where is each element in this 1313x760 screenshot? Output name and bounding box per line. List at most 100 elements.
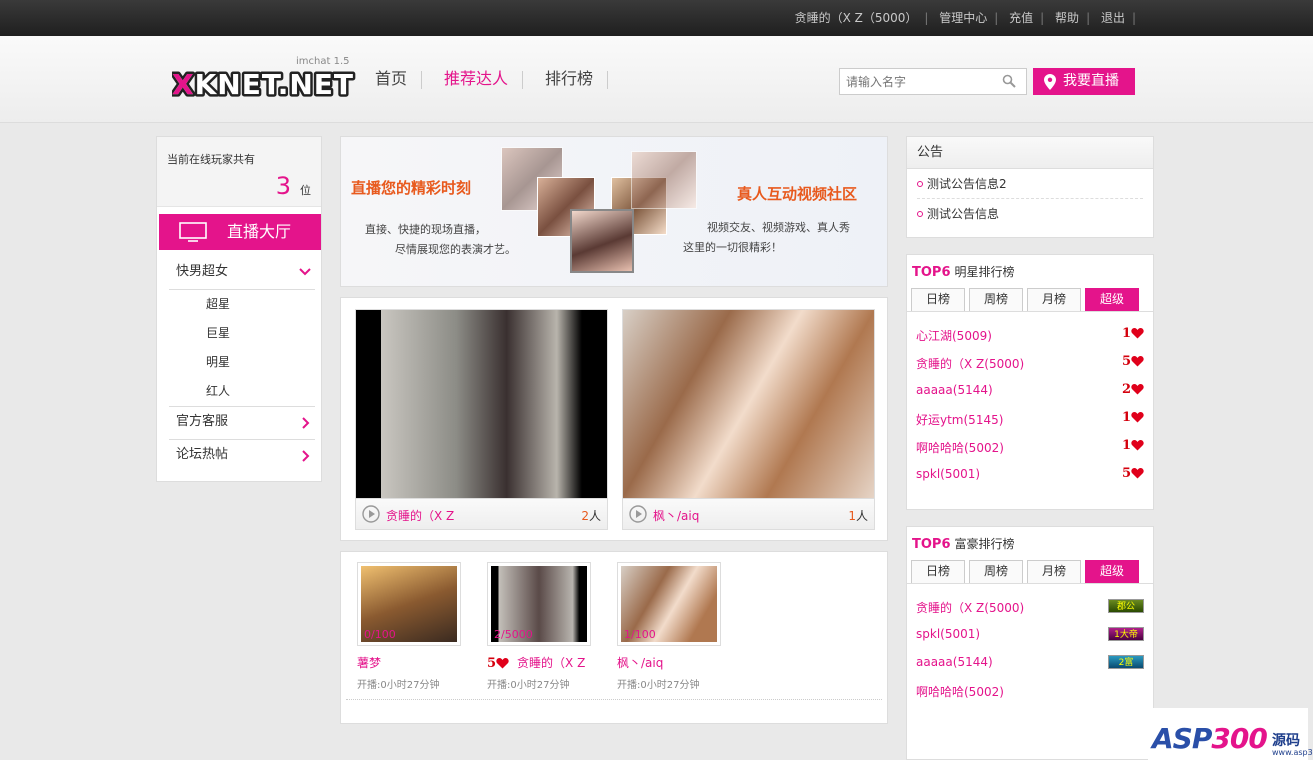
menu-item-label: 官方客服 xyxy=(176,414,229,429)
nav-home[interactable]: 首页 xyxy=(375,71,423,89)
banner-text-left-2: 尽情展现您的表演才艺。 xyxy=(395,243,516,256)
rich-rank-row[interactable]: 啊哈哈哈(5002) xyxy=(916,683,1144,703)
star-rank-row[interactable]: 好运ytm(5145) 1 xyxy=(916,410,1144,431)
stream-info-bar: 枫丶/aiq 1人 xyxy=(623,498,874,529)
ranking-tabs: 日榜 周榜 月榜 超级 xyxy=(911,560,1143,583)
stream-card[interactable]: 枫丶/aiq 1人 xyxy=(622,309,875,530)
promo-banner[interactable]: 直播您的精彩时刻 直接、快捷的现场直播， 尽情展现您的表演才艺。 真人互动视频社… xyxy=(340,136,888,287)
menu-item-label: 快男超女 xyxy=(176,264,229,279)
heart-icon xyxy=(1131,468,1144,479)
rank-name[interactable]: aaaaa(5144) xyxy=(916,655,993,669)
list-item-name[interactable]: 枫丶/aiq xyxy=(617,654,722,671)
rank-level: 2 xyxy=(1122,382,1144,397)
rank-name[interactable]: spkl(5001) xyxy=(916,467,980,481)
rank-name[interactable]: 心江湖(5009) xyxy=(916,329,992,343)
star-rank-row[interactable]: 啊哈哈哈(5002) 1 xyxy=(916,438,1144,459)
top-bar: 贪睡的（X Z（5000） | 管理中心 | 充值 | 帮助 | 退出 | xyxy=(0,0,1313,36)
menu-item-forum[interactable]: 论坛热帖 xyxy=(169,440,315,473)
rank-level: 5 xyxy=(1122,354,1144,369)
divider xyxy=(907,311,1153,312)
stream-thumbnail[interactable] xyxy=(623,310,874,498)
level-number: 5 xyxy=(487,656,497,671)
stream-thumbnail[interactable] xyxy=(356,310,607,498)
svg-text:XKNET.NET: XKNET.NET xyxy=(172,68,354,100)
go-live-button[interactable]: 我要直播 xyxy=(1033,68,1135,95)
main-nav: 首页 推荐达人 排行榜 xyxy=(375,71,630,89)
streamer-name[interactable]: 贪睡的（X Z xyxy=(386,507,454,524)
list-item-name[interactable]: 薯梦 xyxy=(357,654,462,671)
list-item[interactable]: 0/100 薯梦 开播:0小时27分钟 xyxy=(357,562,462,691)
user-links: 贪睡的（X Z（5000） | 管理中心 | 充值 | 帮助 | 退出 | xyxy=(794,11,1136,25)
search-icon[interactable] xyxy=(1002,74,1016,88)
list-thumbnail[interactable]: 1/100 xyxy=(617,562,721,646)
star-rank-row[interactable]: spkl(5001) 5 xyxy=(916,466,1144,487)
rank-level: 1 xyxy=(1122,410,1144,425)
user-name[interactable]: 贪睡的（X Z（5000） xyxy=(795,11,918,25)
tab-super[interactable]: 超级 xyxy=(1085,288,1139,311)
tab-monthly[interactable]: 月榜 xyxy=(1027,560,1081,583)
ranking-title: TOP6 明星排行榜 xyxy=(912,265,1015,280)
rich-rank-row[interactable]: 贪睡的（X Z(5000) 郡公 xyxy=(916,599,1144,619)
tab-weekly[interactable]: 周榜 xyxy=(969,560,1023,583)
banner-text-right-2: 这里的一切很精彩！ xyxy=(683,241,782,254)
sub-item-megastar[interactable]: 巨星 xyxy=(169,319,315,348)
heart-icon xyxy=(496,658,509,669)
notice-title: 公告 xyxy=(907,137,1153,169)
sub-item-star[interactable]: 明星 xyxy=(169,348,315,377)
sub-menu: 超星 巨星 明星 红人 xyxy=(169,290,315,407)
tab-daily[interactable]: 日榜 xyxy=(911,288,965,311)
tab-super[interactable]: 超级 xyxy=(1085,560,1139,583)
wealth-badge-icon: 2富 xyxy=(1108,655,1144,669)
banner-title-left: 直播您的精彩时刻 xyxy=(351,179,472,197)
live-hall-button[interactable]: 直播大厅 xyxy=(159,214,321,250)
tab-monthly[interactable]: 月榜 xyxy=(1027,288,1081,311)
menu-item-idols[interactable]: 快男超女 xyxy=(169,257,315,290)
play-icon[interactable] xyxy=(362,505,380,523)
category-menu: 快男超女 超星 巨星 明星 红人 官方客服 论坛热帖 xyxy=(169,257,315,473)
rich-ranking-panel: TOP6 富豪排行榜 日榜 周榜 月榜 超级 贪睡的（X Z(5000) 郡公 spk… xyxy=(906,526,1154,760)
sub-item-celebrity[interactable]: 红人 xyxy=(169,377,315,406)
search-input[interactable] xyxy=(840,69,990,94)
list-item[interactable]: 1/100 枫丶/aiq 开播:0小时27分钟 xyxy=(617,562,722,691)
list-thumbnail[interactable]: 2/5000 xyxy=(487,562,591,646)
notice-item[interactable]: 测试公告信息2 xyxy=(917,169,1143,199)
rank-name[interactable]: 啊哈哈哈(5002) xyxy=(916,685,1004,699)
admin-link[interactable]: 管理中心 xyxy=(939,11,987,25)
watermark-logo: ASP300 源码 www.asp300.com xyxy=(1148,708,1313,760)
tab-weekly[interactable]: 周榜 xyxy=(969,288,1023,311)
sub-item-superstar[interactable]: 超星 xyxy=(169,290,315,319)
rank-name[interactable]: aaaaa(5144) xyxy=(916,383,993,397)
featured-streams: 贪睡的（X Z 2人 枫丶/aiq 1人 xyxy=(340,297,888,541)
online-count: 3 xyxy=(275,172,291,200)
room-capacity: 2/5000 xyxy=(494,628,533,641)
rich-rank-row[interactable]: spkl(5001) 1大帝 xyxy=(916,627,1144,647)
stream-info-bar: 贪睡的（X Z 2人 xyxy=(356,498,607,529)
streamer-name[interactable]: 枫丶/aiq xyxy=(653,507,699,524)
rank-name[interactable]: 贪睡的（X Z(5000) xyxy=(916,357,1024,371)
play-icon[interactable] xyxy=(629,505,647,523)
list-item-name[interactable]: 5 贪睡的（X Z xyxy=(487,654,592,671)
rich-rank-row[interactable]: aaaaa(5144) 2富 xyxy=(916,655,1144,675)
nav-ranking[interactable]: 排行榜 xyxy=(545,71,609,89)
help-link[interactable]: 帮助 xyxy=(1055,11,1079,25)
list-item[interactable]: 2/5000 5 贪睡的（X Z 开播:0小时27分钟 xyxy=(487,562,592,691)
rank-name[interactable]: spkl(5001) xyxy=(916,627,980,641)
notice-item[interactable]: 测试公告信息 xyxy=(917,199,1143,229)
site-logo[interactable]: XKNET.NET XKNET.NET X xyxy=(172,66,357,100)
logout-link[interactable]: 退出 xyxy=(1101,11,1125,25)
recharge-link[interactable]: 充值 xyxy=(1009,11,1033,25)
rank-name[interactable]: 好运ytm(5145) xyxy=(916,413,1003,427)
list-item-time: 开播:0小时27分钟 xyxy=(357,680,440,691)
rank-name[interactable]: 贪睡的（X Z(5000) xyxy=(916,601,1024,615)
star-rank-row[interactable]: 心江湖(5009) 1 xyxy=(916,326,1144,347)
chevron-right-icon xyxy=(302,417,310,429)
rank-name[interactable]: 啊哈哈哈(5002) xyxy=(916,441,1004,455)
banner-title-right: 真人互动视频社区 xyxy=(737,185,858,203)
star-rank-row[interactable]: 贪睡的（X Z(5000) 5 xyxy=(916,354,1144,375)
list-thumbnail[interactable]: 0/100 xyxy=(357,562,461,646)
tab-daily[interactable]: 日榜 xyxy=(911,560,965,583)
nav-recommended[interactable]: 推荐达人 xyxy=(444,71,524,89)
stream-card[interactable]: 贪睡的（X Z 2人 xyxy=(355,309,608,530)
menu-item-support[interactable]: 官方客服 xyxy=(169,407,315,440)
star-rank-row[interactable]: aaaaa(5144) 2 xyxy=(916,382,1144,403)
